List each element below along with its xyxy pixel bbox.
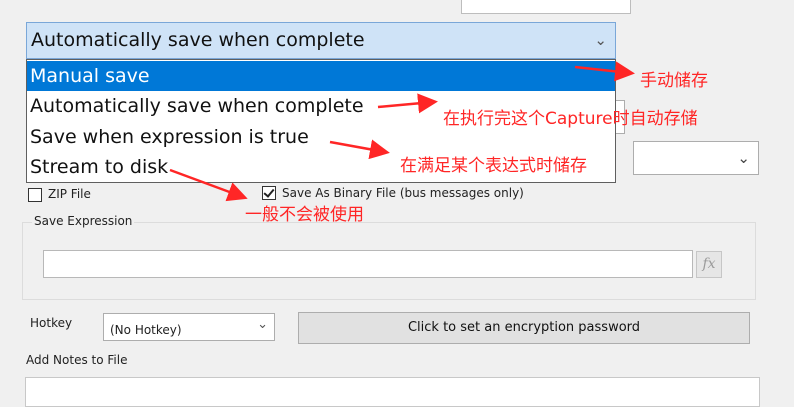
binary-file-checkbox[interactable] xyxy=(262,186,276,200)
zip-file-label: ZIP File xyxy=(48,187,91,201)
function-button[interactable]: fx xyxy=(696,251,722,278)
annotation-auto: 在执行完这个Capture时自动存储 xyxy=(443,109,698,129)
save-expression-input[interactable] xyxy=(43,250,693,278)
save-mode-value: Automatically save when complete xyxy=(31,29,365,51)
chevron-down-icon: ⌄ xyxy=(594,31,607,49)
chevron-down-icon: ⌄ xyxy=(257,317,268,332)
hotkey-value: (No Hotkey) xyxy=(110,323,182,337)
save-mode-select[interactable]: Automatically save when complete ⌄ xyxy=(26,22,616,59)
encryption-password-button[interactable]: Click to set an encryption password xyxy=(298,312,750,344)
annotation-stream: 一般不会被使用 xyxy=(245,205,364,225)
annotation-expression: 在满足某个表达式时储存 xyxy=(400,156,587,176)
binary-file-label: Save As Binary File (bus messages only) xyxy=(282,186,524,200)
annotation-manual: 手动储存 xyxy=(640,71,708,91)
chevron-down-icon: ⌄ xyxy=(737,149,750,167)
hotkey-label: Hotkey xyxy=(30,316,73,330)
option-manual-save[interactable]: Manual save xyxy=(27,61,615,91)
background-field-top xyxy=(461,0,631,14)
add-notes-label: Add Notes to File xyxy=(26,353,128,367)
background-combo[interactable]: ⌄ xyxy=(633,141,759,175)
zip-file-checkbox[interactable] xyxy=(28,188,42,202)
notes-textarea[interactable] xyxy=(25,377,760,407)
save-expression-label: Save Expression xyxy=(32,214,135,228)
hotkey-select[interactable]: (No Hotkey) ⌄ xyxy=(103,313,275,341)
